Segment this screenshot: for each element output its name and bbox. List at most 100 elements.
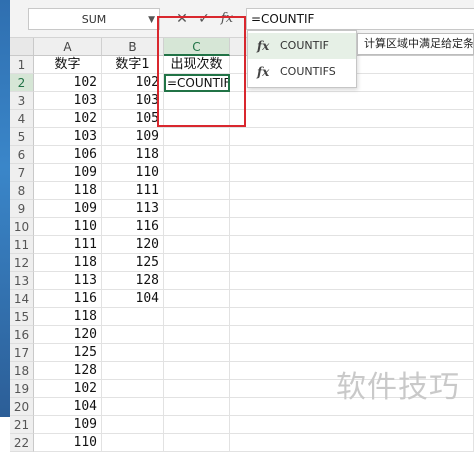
cell-b[interactable]: 数字1 [102, 56, 164, 74]
cell-a[interactable]: 102 [34, 110, 102, 128]
cell-a[interactable]: 数字 [34, 56, 102, 74]
row-header[interactable]: 16 [10, 326, 34, 344]
cell-empty[interactable] [230, 272, 474, 290]
cell-b[interactable]: 105 [102, 110, 164, 128]
cell-a[interactable]: 109 [34, 164, 102, 182]
cell-empty[interactable] [230, 200, 474, 218]
cell-c[interactable] [164, 398, 230, 416]
cell-a[interactable]: 109 [34, 200, 102, 218]
autocomplete-item-countif[interactable]: fx COUNTIF [248, 33, 356, 59]
cell-empty[interactable] [230, 308, 474, 326]
cell-c[interactable] [164, 236, 230, 254]
cell-a[interactable]: 102 [34, 380, 102, 398]
cell-a[interactable]: 104 [34, 398, 102, 416]
chevron-down-icon[interactable]: ▼ [148, 9, 155, 31]
row-header[interactable]: 5 [10, 128, 34, 146]
select-all-corner[interactable] [10, 38, 34, 56]
cell-a[interactable]: 109 [34, 416, 102, 434]
column-header-b[interactable]: B [102, 38, 164, 56]
cell-c[interactable] [164, 272, 230, 290]
cell-c[interactable] [164, 290, 230, 308]
cell-b[interactable] [102, 380, 164, 398]
cell-b[interactable]: 113 [102, 200, 164, 218]
cell-a[interactable]: 118 [34, 182, 102, 200]
row-header[interactable]: 18 [10, 362, 34, 380]
autocomplete-item-countifs[interactable]: fx COUNTIFS [248, 59, 356, 85]
name-box[interactable]: SUM ▼ [28, 8, 160, 30]
cell-a[interactable]: 110 [34, 434, 102, 452]
row-header[interactable]: 12 [10, 254, 34, 272]
cell-c[interactable] [164, 308, 230, 326]
cell-c[interactable] [164, 362, 230, 380]
row-header[interactable]: 6 [10, 146, 34, 164]
cell-empty[interactable] [230, 326, 474, 344]
cell-a[interactable]: 128 [34, 362, 102, 380]
row-header[interactable]: 7 [10, 164, 34, 182]
cell-b[interactable]: 118 [102, 146, 164, 164]
cell-c[interactable] [164, 218, 230, 236]
row-header[interactable]: 13 [10, 272, 34, 290]
cell-c[interactable] [164, 380, 230, 398]
cell-empty[interactable] [230, 110, 474, 128]
cell-b[interactable]: 102 [102, 74, 164, 92]
cell-a[interactable]: 125 [34, 344, 102, 362]
row-header[interactable]: 1 [10, 56, 34, 74]
cell-a[interactable]: 116 [34, 290, 102, 308]
cell-a[interactable]: 110 [34, 218, 102, 236]
cell-b[interactable]: 103 [102, 92, 164, 110]
row-header[interactable]: 2 [10, 74, 34, 92]
row-header[interactable]: 10 [10, 218, 34, 236]
cell-b[interactable]: 116 [102, 218, 164, 236]
cell-empty[interactable] [230, 146, 474, 164]
cell-empty[interactable] [230, 344, 474, 362]
cell-empty[interactable] [230, 290, 474, 308]
cell-c[interactable] [164, 416, 230, 434]
cell-empty[interactable] [230, 236, 474, 254]
cell-b[interactable]: 111 [102, 182, 164, 200]
formula-input[interactable]: =COUNTIF [246, 8, 474, 30]
cell-b[interactable]: 125 [102, 254, 164, 272]
cell-c[interactable] [164, 164, 230, 182]
cell-b[interactable]: 104 [102, 290, 164, 308]
row-header[interactable]: 4 [10, 110, 34, 128]
row-header[interactable]: 14 [10, 290, 34, 308]
cell-a[interactable]: 103 [34, 128, 102, 146]
row-header[interactable]: 20 [10, 398, 34, 416]
cell-b[interactable]: 128 [102, 272, 164, 290]
cell-a[interactable]: 118 [34, 308, 102, 326]
row-header[interactable]: 15 [10, 308, 34, 326]
cell-empty[interactable] [230, 182, 474, 200]
cell-a[interactable]: 113 [34, 272, 102, 290]
cell-c[interactable] [164, 254, 230, 272]
cell-b[interactable] [102, 326, 164, 344]
cell-c[interactable] [164, 128, 230, 146]
cell-b[interactable] [102, 434, 164, 452]
cell-c[interactable] [164, 182, 230, 200]
cell-empty[interactable] [230, 92, 474, 110]
cell-b[interactable] [102, 362, 164, 380]
cell-a[interactable]: 102 [34, 74, 102, 92]
row-header[interactable]: 17 [10, 344, 34, 362]
cell-empty[interactable] [230, 416, 474, 434]
cell-c[interactable] [164, 200, 230, 218]
cell-b[interactable]: 109 [102, 128, 164, 146]
cell-empty[interactable] [230, 218, 474, 236]
cell-empty[interactable] [230, 254, 474, 272]
cell-b[interactable] [102, 398, 164, 416]
row-header[interactable]: 19 [10, 380, 34, 398]
cell-c[interactable] [164, 344, 230, 362]
cell-b[interactable]: 110 [102, 164, 164, 182]
cell-b[interactable] [102, 308, 164, 326]
cell-b[interactable] [102, 344, 164, 362]
cell-empty[interactable] [230, 128, 474, 146]
cell-empty[interactable] [230, 434, 474, 452]
cell-a[interactable]: 111 [34, 236, 102, 254]
column-header-a[interactable]: A [34, 38, 102, 56]
cell-a[interactable]: 118 [34, 254, 102, 272]
cell-a[interactable]: 103 [34, 92, 102, 110]
row-header[interactable]: 21 [10, 416, 34, 434]
row-header[interactable]: 11 [10, 236, 34, 254]
cell-a[interactable]: 120 [34, 326, 102, 344]
row-header[interactable]: 22 [10, 434, 34, 452]
row-header[interactable]: 9 [10, 200, 34, 218]
